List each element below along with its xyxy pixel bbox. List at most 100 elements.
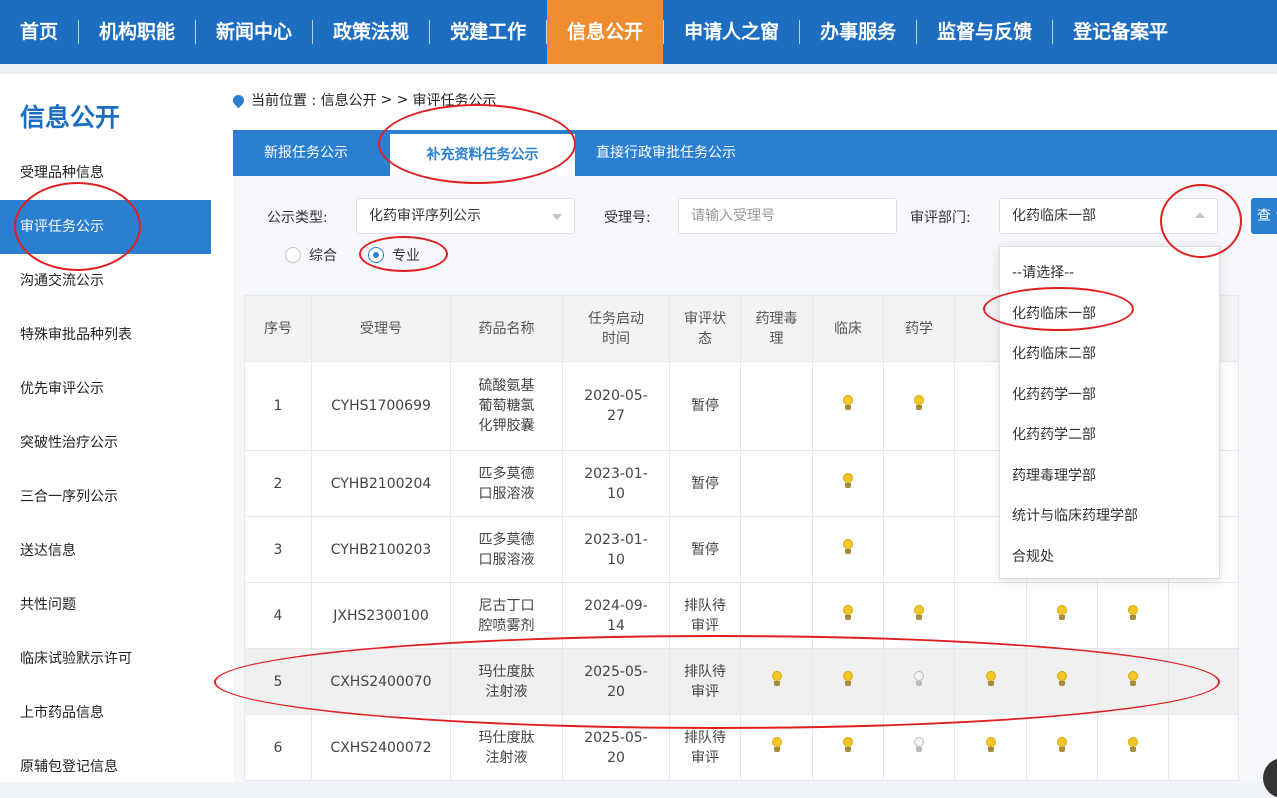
cell-drug-name: 玛仕度肽 注射液 bbox=[450, 648, 563, 715]
cell-discipline bbox=[883, 516, 955, 583]
cell-discipline bbox=[1097, 582, 1169, 649]
dept-option[interactable]: 化药临床二部 bbox=[1000, 334, 1219, 375]
chevron-down-icon bbox=[552, 214, 562, 220]
column-header: 药学 bbox=[883, 295, 955, 362]
accept-input[interactable]: 请输入受理号 bbox=[678, 198, 897, 234]
start-date-line: 2023-01- bbox=[584, 465, 648, 482]
column-header-text: 受理号 bbox=[360, 320, 402, 337]
bulb-glass bbox=[843, 472, 853, 483]
nav-item[interactable]: 信息公开 bbox=[547, 0, 664, 64]
tab-new-tasks[interactable]: 新报任务公示 bbox=[264, 130, 348, 176]
sidebar-item[interactable]: 审评任务公示 bbox=[0, 200, 211, 254]
cell-no: 6 bbox=[244, 714, 312, 781]
sidebar-item[interactable]: 沟通交流公示 bbox=[0, 254, 211, 308]
dept-option[interactable]: 药理毒理学部 bbox=[1000, 456, 1219, 497]
column-header: 序号 bbox=[244, 295, 312, 362]
bulb-base bbox=[1059, 746, 1065, 752]
status-line: 暂停 bbox=[691, 541, 719, 558]
sidebar-item[interactable]: 特殊审批品种列表 bbox=[0, 308, 211, 362]
cell-no: 1 bbox=[244, 361, 312, 451]
drug-name-line: 注射液 bbox=[485, 683, 528, 700]
cell-status: 暂停 bbox=[669, 516, 741, 583]
nav-item[interactable]: 监督与反馈 bbox=[917, 0, 1052, 64]
sidebar-item[interactable]: 上市药品信息 bbox=[0, 686, 211, 740]
bulb-base bbox=[916, 405, 922, 410]
sidebar-item[interactable]: 临床试验默示许可 bbox=[0, 632, 211, 686]
row-number: 6 bbox=[273, 739, 283, 756]
radio-circle-icon bbox=[285, 247, 301, 263]
nav-item[interactable]: 新闻中心 bbox=[196, 0, 312, 64]
drug-name-line: 硫酸氨基 bbox=[478, 378, 535, 394]
bulb-base bbox=[987, 680, 994, 686]
cell-no: 3 bbox=[244, 516, 312, 583]
nav-item[interactable]: 机构职能 bbox=[79, 0, 195, 64]
query-button[interactable]: 查 询 bbox=[1251, 198, 1277, 234]
dept-option[interactable]: 统计与临床药理学部 bbox=[1000, 496, 1219, 537]
bulb-glass bbox=[1057, 736, 1067, 747]
radio-comprehensive-label: 综合 bbox=[309, 248, 337, 264]
dept-option[interactable]: 化药药学一部 bbox=[1000, 375, 1219, 416]
cell-discipline bbox=[740, 450, 813, 517]
dept-option[interactable]: --请选择-- bbox=[1000, 253, 1219, 294]
sidebar-item[interactable]: 优先审评公示 bbox=[0, 362, 211, 416]
cell-discipline bbox=[1097, 714, 1169, 781]
column-header-text: 任务启动 bbox=[588, 310, 644, 327]
bulb-base bbox=[916, 680, 922, 686]
nav-item[interactable]: 党建工作 bbox=[430, 0, 546, 64]
nav-item[interactable]: 登记备案平 bbox=[1053, 0, 1188, 64]
radio-professional[interactable]: 专业 bbox=[368, 245, 420, 265]
cell-discipline bbox=[954, 648, 1027, 715]
start-date-line: 2025-05- bbox=[584, 729, 648, 746]
breadcrumb: 当前位置 : 信息公开 > > 审评任务公示 bbox=[230, 90, 497, 110]
bulb-icon bbox=[842, 736, 854, 753]
sidebar: 信息公开 受理品种信息 审评任务公示 沟通交流公示 特殊审批品种列表 优先审评公示 突破性… bbox=[0, 74, 211, 782]
drug-name-line: 匹多莫德 bbox=[478, 531, 535, 548]
bulb-glass bbox=[1128, 736, 1138, 747]
sidebar-item[interactable]: 共性问题 bbox=[0, 578, 211, 632]
cell-status: 排队待 审评 bbox=[669, 582, 741, 649]
dept-option[interactable]: 合规处 bbox=[1000, 537, 1219, 578]
start-date-line: 20 bbox=[607, 683, 625, 700]
status-line: 排队待 bbox=[684, 663, 726, 680]
tab-direct-approval[interactable]: 直接行政审批任务公示 bbox=[596, 130, 736, 176]
cell-start-date: 2023-01- 10 bbox=[562, 516, 670, 583]
radio-comprehensive[interactable]: 综合 bbox=[285, 245, 337, 265]
bulb-glass bbox=[1128, 670, 1138, 681]
type-select[interactable]: 化药审评序列公示 bbox=[356, 198, 575, 234]
cell-start-date: 2024-09- 14 bbox=[562, 582, 670, 649]
sidebar-item[interactable]: 送达信息 bbox=[0, 524, 211, 578]
bulb-icon bbox=[1056, 604, 1068, 621]
cell-discipline bbox=[812, 361, 884, 451]
tab-bar: 新报任务公示 补充资料任务公示 直接行政审批任务公示 bbox=[233, 130, 1277, 176]
dept-option[interactable]: 化药临床一部 bbox=[1000, 294, 1219, 335]
cell-status: 排队待 审评 bbox=[669, 648, 741, 715]
cell-no: 4 bbox=[244, 582, 312, 649]
drug-name-line: 口服溶液 bbox=[478, 485, 535, 502]
table-row[interactable]: 5 CXHS2400070 玛仕度肽 注射液 2025-05- 20 排队待 审评 bbox=[244, 648, 1239, 715]
bulb-icon bbox=[771, 670, 783, 687]
bulb-glass bbox=[914, 670, 924, 681]
table-row[interactable]: 6 CXHS2400072 玛仕度肽 注射液 2025-05- 20 排队待 审评 bbox=[244, 714, 1239, 781]
sidebar-item[interactable]: 原辅包登记信息 bbox=[0, 740, 211, 794]
bulb-glass bbox=[914, 604, 924, 615]
sidebar-item[interactable]: 三合一序列公示 bbox=[0, 470, 211, 524]
breadcrumb-prefix[interactable]: 当前位置 : 信息公开 bbox=[251, 90, 377, 110]
column-header-text: 临床 bbox=[834, 320, 862, 337]
cell-discipline bbox=[883, 361, 955, 451]
nav-item[interactable]: 申请人之窗 bbox=[664, 0, 799, 64]
cell-discipline bbox=[812, 450, 884, 517]
dept-option[interactable]: 化药药学二部 bbox=[1000, 415, 1219, 456]
nav-item[interactable]: 办事服务 bbox=[800, 0, 916, 64]
table-row[interactable]: 4 JXHS2300100 尼古丁口 腔喷雾剂 2024-09- 14 排队待 审评 bbox=[244, 582, 1239, 649]
bulb-glass bbox=[843, 670, 853, 681]
dept-select[interactable]: 化药临床一部 bbox=[999, 198, 1218, 234]
sidebar-item[interactable]: 受理品种信息 bbox=[0, 146, 211, 200]
dept-label: 审评部门: bbox=[910, 210, 971, 226]
tab-supplement-tasks[interactable]: 补充资料任务公示 bbox=[390, 134, 575, 176]
cell-start-date: 2025-05- 20 bbox=[562, 714, 670, 781]
bulb-base bbox=[1130, 614, 1136, 620]
sidebar-item[interactable]: 突破性治疗公示 bbox=[0, 416, 211, 470]
row-number: 5 bbox=[273, 673, 283, 690]
nav-item[interactable]: 首页 bbox=[0, 0, 78, 64]
nav-item[interactable]: 政策法规 bbox=[313, 0, 429, 64]
